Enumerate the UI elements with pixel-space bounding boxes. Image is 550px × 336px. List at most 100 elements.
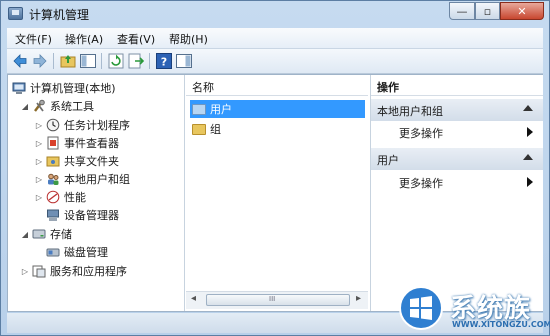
tree-item-task-scheduler[interactable]: ▷ 任务计划程序 xyxy=(34,116,130,134)
folder-icon xyxy=(192,103,206,115)
submenu-arrow-icon xyxy=(527,177,533,187)
list-item-label: 组 xyxy=(210,123,221,136)
horizontal-scrollbar[interactable]: ◂ III ▸ xyxy=(186,291,368,309)
computer-management-icon xyxy=(8,7,23,20)
watermark-url: WWW.XITONGZU.COM xyxy=(452,320,550,329)
services-icon xyxy=(32,265,46,278)
title-bar[interactable]: 计算机管理 — ▫ ✕ xyxy=(1,1,549,27)
actions-title-label: 操作 xyxy=(377,81,399,94)
up-folder-icon[interactable] xyxy=(59,52,77,70)
minimize-button[interactable]: — xyxy=(449,2,475,20)
back-arrow-icon[interactable] xyxy=(11,52,29,70)
tree-item-system-tools[interactable]: ◢ 系统工具 xyxy=(20,97,94,115)
main-content: 计算机管理(本地) ◢ 系统工具 ▷ 任务计划程序 ▷ 事件查看器 ▷ 共享文件 xyxy=(7,74,543,312)
list-item-users[interactable]: 用户 xyxy=(190,100,365,118)
tree-item-label: 性能 xyxy=(64,191,86,204)
tree-item-shared-folders[interactable]: ▷ 共享文件夹 xyxy=(34,152,119,170)
tree-item-storage[interactable]: ◢ 存储 xyxy=(20,225,72,243)
computer-management-icon xyxy=(12,82,26,94)
tree-item-label: 本地用户和组 xyxy=(64,173,130,186)
tree-item-label: 存储 xyxy=(50,228,72,241)
folder-icon xyxy=(192,123,206,135)
scroll-left-arrow-icon[interactable]: ◂ xyxy=(191,293,196,304)
tree-item-event-viewer[interactable]: ▷ 事件查看器 xyxy=(34,134,119,152)
expand-arrow-icon[interactable]: ▷ xyxy=(34,175,44,184)
scrollbar-grip-icon: III xyxy=(269,295,276,303)
list-item-label: 用户 xyxy=(210,103,232,116)
expand-arrow-icon[interactable]: ▷ xyxy=(20,267,30,276)
expand-arrow-icon[interactable]: ▷ xyxy=(34,157,44,166)
action-more-actions[interactable]: 更多操作 xyxy=(371,122,543,142)
scroll-right-arrow-icon[interactable]: ▸ xyxy=(356,293,361,304)
action-label: 更多操作 xyxy=(399,127,443,140)
tree-item-label: 磁盘管理 xyxy=(64,246,108,259)
toolbar-separator xyxy=(101,53,102,69)
maximize-icon: ▫ xyxy=(483,4,492,18)
tree-item-label: 任务计划程序 xyxy=(64,119,130,132)
collapse-caret-icon[interactable] xyxy=(523,154,533,160)
action-more-actions[interactable]: 更多操作 xyxy=(371,172,543,192)
expand-arrow-icon[interactable]: ▷ xyxy=(34,121,44,130)
collapse-caret-icon[interactable] xyxy=(523,105,533,111)
menu-help[interactable]: 帮助(H) xyxy=(169,31,208,47)
toolbar: ? xyxy=(7,49,543,74)
tree-item-label: 系统工具 xyxy=(50,100,94,113)
expand-arrow-icon[interactable]: ▷ xyxy=(34,193,44,202)
toolbar-separator xyxy=(149,53,150,69)
maximize-button[interactable]: ▫ xyxy=(475,2,500,20)
disk-icon xyxy=(46,248,60,257)
tree-item-disk-management[interactable]: 磁盘管理 xyxy=(34,243,108,261)
event-viewer-icon xyxy=(47,136,59,150)
tree-item-services-applications[interactable]: ▷ 服务和应用程序 xyxy=(20,262,127,280)
list-item-groups[interactable]: 组 xyxy=(190,120,365,138)
tree-item-label: 设备管理器 xyxy=(64,209,119,222)
action-group-label: 本地用户和组 xyxy=(377,105,443,118)
refresh-icon[interactable] xyxy=(107,52,125,70)
users-icon xyxy=(48,173,59,185)
window-title: 计算机管理 xyxy=(29,8,90,22)
column-header-name[interactable]: 名称 xyxy=(186,75,368,96)
menu-view[interactable]: 查看(V) xyxy=(117,31,155,47)
storage-icon xyxy=(32,229,46,239)
tree-item-label: 共享文件夹 xyxy=(64,155,119,168)
submenu-arrow-icon xyxy=(527,127,533,137)
tree-item-root[interactable]: 计算机管理(本地) xyxy=(10,79,116,97)
tools-icon xyxy=(34,99,45,112)
close-button[interactable]: ✕ xyxy=(500,2,544,20)
minimize-icon: — xyxy=(456,4,468,18)
device-manager-icon xyxy=(47,209,59,221)
tree-item-label: 计算机管理(本地) xyxy=(30,82,116,95)
show-hide-action-pane-icon[interactable] xyxy=(175,52,193,70)
performance-icon xyxy=(46,190,60,204)
site-watermark: 系统族 WWW.XITONGZU.COM xyxy=(396,284,550,336)
export-list-icon[interactable] xyxy=(127,52,145,70)
svg-text:?: ? xyxy=(161,56,167,69)
menu-action[interactable]: 操作(A) xyxy=(65,31,103,47)
tree-item-label: 服务和应用程序 xyxy=(50,265,127,278)
collapse-arrow-icon[interactable]: ◢ xyxy=(20,102,30,111)
actions-pane-title: 操作 xyxy=(371,75,543,96)
menu-file[interactable]: 文件(F) xyxy=(15,31,52,47)
close-icon: ✕ xyxy=(517,4,527,18)
column-header-label: 名称 xyxy=(192,81,214,94)
tree-item-local-users-groups[interactable]: ▷ 本地用户和组 xyxy=(34,170,130,188)
forward-arrow-icon[interactable] xyxy=(31,52,49,70)
windows-logo-icon xyxy=(399,286,443,330)
tree-item-label: 事件查看器 xyxy=(64,137,119,150)
action-group-local-users-groups[interactable]: 本地用户和组 xyxy=(371,99,543,121)
expand-arrow-icon[interactable]: ▷ xyxy=(34,139,44,148)
show-hide-tree-icon[interactable] xyxy=(79,52,97,70)
help-icon[interactable]: ? xyxy=(155,52,173,70)
shared-folder-icon xyxy=(46,156,60,167)
collapse-arrow-icon[interactable]: ◢ xyxy=(20,230,30,239)
action-group-label: 用户 xyxy=(377,154,399,167)
clock-icon xyxy=(46,118,60,132)
toolbar-separator xyxy=(53,53,54,69)
tree-item-device-manager[interactable]: 设备管理器 xyxy=(34,206,119,224)
menu-bar: 文件(F) 操作(A) 查看(V) 帮助(H) xyxy=(7,28,543,49)
scrollbar-thumb[interactable]: III xyxy=(206,294,350,306)
details-pane: 名称 用户 组 ◂ III ▸ xyxy=(186,75,368,311)
console-tree: 计算机管理(本地) ◢ 系统工具 ▷ 任务计划程序 ▷ 事件查看器 ▷ 共享文件 xyxy=(8,75,185,311)
tree-item-performance[interactable]: ▷ 性能 xyxy=(34,188,86,206)
action-group-users[interactable]: 用户 xyxy=(371,148,543,170)
